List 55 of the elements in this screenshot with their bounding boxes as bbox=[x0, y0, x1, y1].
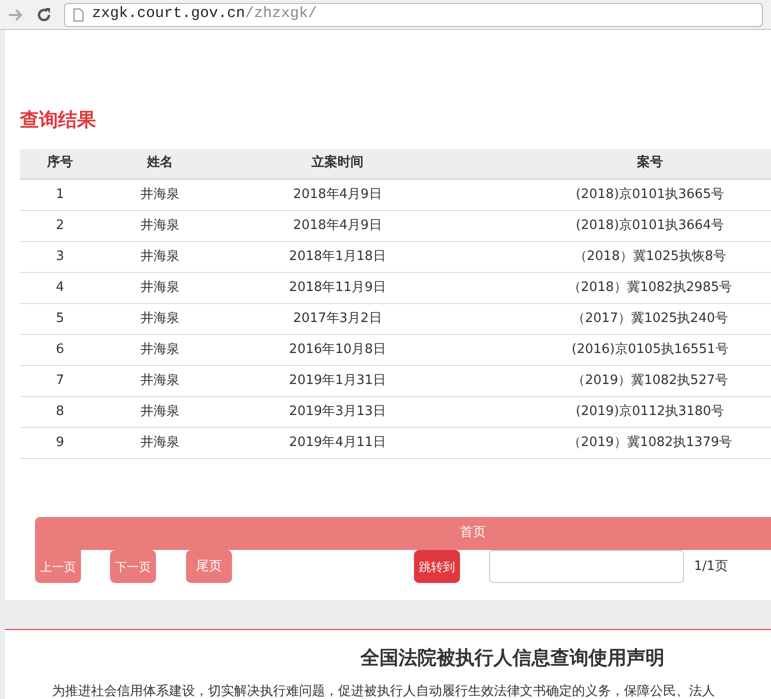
table-cell-text: 9 bbox=[54, 434, 66, 452]
table-cell-text: 井海泉 bbox=[140, 434, 180, 452]
address-bar[interactable]: zxgk.court.gov.cn/zhzxgk/ bbox=[64, 2, 763, 26]
jump-button[interactable]: 跳转到 bbox=[414, 550, 460, 583]
table-cell-text: 2019年4月11日 bbox=[288, 434, 387, 452]
page-icon bbox=[73, 8, 84, 22]
table-cell-text: 4 bbox=[54, 278, 66, 297]
column-header: 案号 bbox=[636, 154, 664, 172]
forward-arrow-icon[interactable] bbox=[8, 8, 24, 22]
column-header: 姓名 bbox=[146, 154, 174, 172]
table-cell-text: 2 bbox=[54, 216, 66, 235]
last-page-button[interactable]: 尾页 bbox=[186, 550, 232, 583]
table-cell-text: 井海泉 bbox=[140, 310, 180, 328]
table-cell-text: （2017）冀1025执240号 bbox=[571, 310, 729, 328]
table-cell-text: 2019年1月31日 bbox=[288, 372, 387, 390]
column-header: 序号 bbox=[46, 154, 74, 172]
statement-paragraph: 为推进社会信用体系建设，切实解决执行难问题，促进被执行人自动履行生效法律文书确定的义务，保障公民、法人 bbox=[51, 683, 716, 699]
url-text: zxgk.court.gov.cn/zhzxgk/ bbox=[92, 4, 318, 24]
table-cell-text: 井海泉 bbox=[140, 402, 180, 421]
table-cell-text: 2016年10月8日 bbox=[288, 340, 387, 359]
table-cell-text: 2019年3月13日 bbox=[288, 402, 387, 421]
previous-page-button[interactable]: 上一页 bbox=[35, 550, 81, 583]
table-cell-text: 7 bbox=[54, 372, 66, 390]
next-page-button[interactable]: 下一页 bbox=[110, 550, 156, 583]
table-cell-text: （2019）冀1082执527号 bbox=[571, 372, 729, 390]
table-cell-text: 2018年4月9日 bbox=[292, 186, 383, 204]
column-header: 立案时间 bbox=[310, 154, 364, 172]
table-cell-text: 2018年11月9日 bbox=[288, 278, 387, 297]
page-number-input[interactable] bbox=[489, 550, 684, 583]
table-cell-text: 井海泉 bbox=[140, 248, 180, 266]
table-cell-text: (2016)京0105执16551号 bbox=[570, 340, 730, 359]
table-cell-text: 2018年4月9日 bbox=[292, 216, 383, 235]
table-cell-text: （2018）冀1082执2985号 bbox=[566, 278, 734, 297]
table-cell-text: 井海泉 bbox=[140, 340, 180, 359]
table-cell-text: 5 bbox=[54, 310, 66, 328]
reload-icon[interactable] bbox=[36, 6, 52, 22]
first-page-button[interactable]: 首页 bbox=[35, 516, 771, 550]
table-cell-text: （2019）冀1082执1379号 bbox=[566, 434, 734, 452]
table-cell-text: (2019)京0112执3180号 bbox=[574, 402, 726, 421]
table-cell-text: (2018)京0101执3664号 bbox=[574, 216, 726, 235]
table-cell-text: 井海泉 bbox=[140, 186, 180, 204]
table-cell-text: 3 bbox=[54, 248, 66, 266]
table-cell-text: (2018)京0101执3665号 bbox=[574, 186, 726, 204]
statement-title: 全国法院被执行人信息查询使用声明 bbox=[359, 646, 666, 670]
table-cell-text: （2018）冀1025执恢8号 bbox=[572, 248, 728, 266]
table-cell-text: 2018年1月18日 bbox=[288, 248, 387, 266]
table-cell-text: 井海泉 bbox=[140, 278, 180, 297]
table-cell-text: 2017年3月2日 bbox=[292, 310, 383, 328]
section-title: 查询结果 bbox=[20, 108, 97, 133]
table-cell-text: 8 bbox=[54, 402, 66, 421]
table-cell-text: 1 bbox=[54, 186, 66, 204]
table-cell-text: 井海泉 bbox=[140, 372, 180, 390]
table-cell-text: 井海泉 bbox=[140, 216, 180, 235]
table-cell-text: 6 bbox=[54, 340, 66, 359]
page-count: 1/1页 bbox=[694, 558, 728, 576]
